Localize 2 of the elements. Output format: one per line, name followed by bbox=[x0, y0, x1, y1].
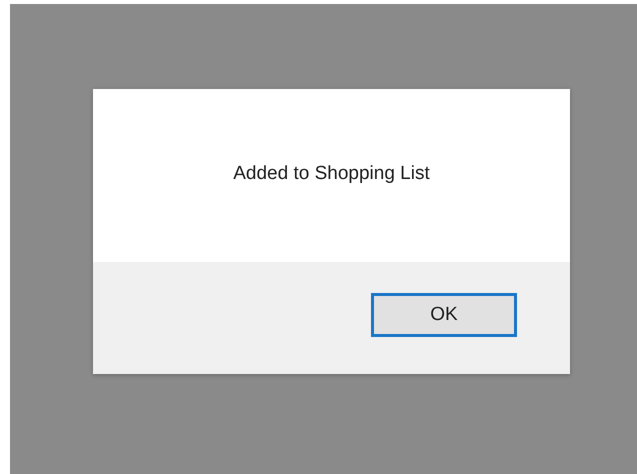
dialog-message: Added to Shopping List bbox=[233, 163, 430, 185]
ok-button[interactable]: OK bbox=[371, 293, 517, 337]
